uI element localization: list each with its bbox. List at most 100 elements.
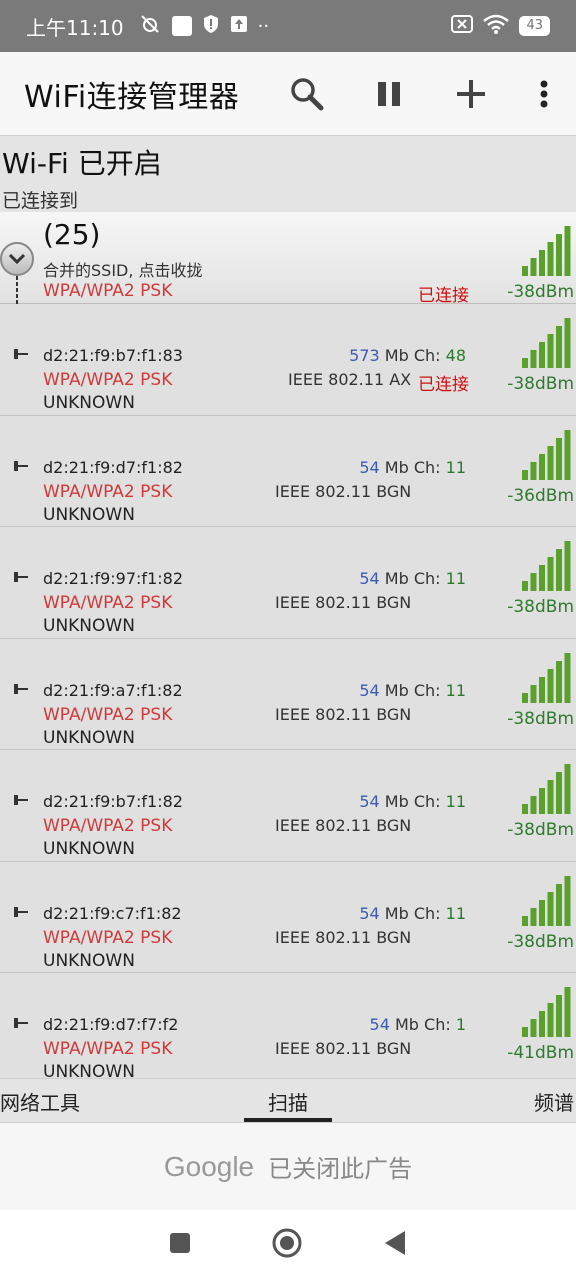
tree-line bbox=[16, 276, 18, 304]
signal-bar bbox=[522, 358, 528, 368]
overflow-menu-button[interactable] bbox=[512, 52, 576, 136]
ap-bssid: d2:21:f9:d7:f7:f2 bbox=[43, 1015, 179, 1034]
signal-bar bbox=[547, 1003, 554, 1037]
ad-closed-text: 已关闭此广告 bbox=[268, 1155, 413, 1183]
more-dots-icon: ·· bbox=[257, 15, 270, 37]
wifi-status-icon bbox=[483, 14, 510, 39]
bottom-tabs: 网络工具 扫描 频谱 bbox=[0, 1078, 576, 1122]
group-hint: 合并的SSID, 点击收拢 bbox=[43, 261, 203, 280]
ap-signal-strength: -38dBm bbox=[507, 820, 574, 840]
signal-bar bbox=[530, 907, 537, 926]
ssid-group[interactable]: (25) 合并的SSID, 点击收拢 WPA/WPA2 PSK 已连接 -38d… bbox=[0, 212, 576, 306]
search-button[interactable] bbox=[266, 52, 348, 136]
signal-bar bbox=[556, 772, 562, 814]
access-point-row[interactable]: d2:21:f9:c7:f1:82 WPA/WPA2 PSK UNKNOWN 54 M… bbox=[0, 861, 576, 973]
signal-bar bbox=[556, 326, 562, 368]
ap-security: WPA/WPA2 PSK bbox=[43, 481, 173, 502]
tab-network-tools[interactable]: 网络工具 bbox=[0, 1087, 80, 1116]
wifi-signal-icon bbox=[522, 764, 571, 814]
wifi-signal-icon bbox=[522, 987, 571, 1037]
back-button[interactable] bbox=[383, 1230, 407, 1260]
access-point-row[interactable]: d2:21:f9:d7:f1:82 WPA/WPA2 PSK UNKNOWN 54 M… bbox=[0, 415, 576, 527]
wifi-state-header: Wi-Fi 已开启 已连接到 bbox=[0, 136, 576, 212]
tree-branch bbox=[14, 795, 28, 805]
signal-bar bbox=[530, 258, 537, 276]
ad-banner[interactable]: Google 已关闭此广告 bbox=[0, 1122, 576, 1210]
signal-bar bbox=[564, 875, 571, 926]
ap-signal-strength: -38dBm bbox=[507, 374, 574, 394]
tree-branch bbox=[14, 460, 28, 471]
ap-rate: 54 bbox=[369, 1015, 390, 1034]
status-time: 上午11:10 bbox=[26, 15, 124, 40]
ap-rate: 54 bbox=[359, 457, 380, 477]
wifi-signal-icon bbox=[522, 875, 571, 926]
square-nav-icon bbox=[170, 1233, 190, 1253]
ap-rate-unit: Mb Ch: bbox=[384, 346, 441, 365]
ap-rate-channel: 573 Mb Ch: 48 bbox=[349, 346, 466, 365]
ap-rate: 54 bbox=[359, 569, 380, 588]
wifi-signal-icon bbox=[522, 429, 571, 480]
ap-vendor: UNKNOWN bbox=[43, 727, 135, 748]
ap-channel: 11 bbox=[445, 457, 466, 477]
group-security: WPA/WPA2 PSK bbox=[43, 281, 173, 301]
home-button[interactable] bbox=[271, 1227, 303, 1263]
ap-vendor: UNKNOWN bbox=[43, 950, 135, 971]
ap-security: WPA/WPA2 PSK bbox=[43, 593, 173, 613]
access-point-row[interactable]: d2:21:f9:97:f1:82 WPA/WPA2 PSK UNKNOWN 54 M… bbox=[0, 527, 576, 639]
battery-indicator: 43 bbox=[519, 16, 550, 36]
group-count: (25) bbox=[43, 218, 101, 251]
ap-bssid: d2:21:f9:d7:f1:82 bbox=[43, 457, 183, 477]
wifi-state-subtitle: 已连接到 bbox=[2, 190, 79, 212]
system-nav-bar bbox=[0, 1210, 576, 1280]
ap-signal-strength: -36dBm bbox=[507, 485, 574, 506]
ap-standard: IEEE 802.11 AX bbox=[288, 370, 412, 389]
wifi-signal-icon bbox=[522, 652, 571, 703]
tab-scan[interactable]: 扫描 bbox=[244, 1087, 332, 1116]
signal-bar bbox=[547, 780, 554, 814]
signal-bar bbox=[522, 1027, 528, 1037]
ap-vendor: UNKNOWN bbox=[43, 616, 135, 636]
signal-bar bbox=[547, 668, 554, 703]
access-point-row[interactable]: d2:21:f9:a7:f1:82 WPA/WPA2 PSK UNKNOWN 54 M… bbox=[0, 638, 576, 750]
home-nav-icon bbox=[272, 1228, 302, 1258]
ap-channel: 48 bbox=[445, 346, 466, 365]
access-point-row[interactable]: d2:21:f9:d7:f7:f2 WPA/WPA2 PSK UNKNOWN 54 M… bbox=[0, 973, 576, 1078]
ap-security: WPA/WPA2 PSK bbox=[43, 927, 173, 948]
wifi-signal-icon bbox=[522, 541, 571, 591]
ap-bssid: d2:21:f9:b7:f1:83 bbox=[43, 346, 183, 365]
ap-channel: 1 bbox=[455, 1015, 466, 1034]
recents-button[interactable] bbox=[169, 1232, 191, 1258]
signal-bar bbox=[522, 469, 528, 480]
signal-bar bbox=[539, 565, 545, 591]
ap-rate: 573 bbox=[349, 346, 380, 365]
ap-rate-unit: Mb Ch: bbox=[384, 792, 441, 811]
ap-security: WPA/WPA2 PSK bbox=[43, 1039, 173, 1059]
add-button[interactable] bbox=[430, 52, 512, 136]
ap-signal-strength: -41dBm bbox=[507, 1043, 574, 1063]
signal-bar bbox=[522, 804, 528, 814]
ap-vendor: UNKNOWN bbox=[43, 504, 135, 525]
ap-channel: 11 bbox=[445, 680, 466, 700]
signal-bar bbox=[547, 242, 554, 276]
signal-bar bbox=[547, 445, 554, 480]
access-point-list[interactable]: d2:21:f9:b7:f1:83 WPA/WPA2 PSK UNKNOWN 573 … bbox=[0, 304, 576, 1078]
tab-spectrum[interactable]: 频谱 bbox=[534, 1087, 574, 1116]
ap-connected-label: 已连接 bbox=[418, 375, 469, 395]
access-point-row[interactable]: d2:21:f9:b7:f1:83 WPA/WPA2 PSK UNKNOWN 573 … bbox=[0, 304, 576, 416]
search-icon bbox=[291, 77, 324, 110]
signal-bar bbox=[522, 266, 528, 276]
access-point-row[interactable]: d2:21:f9:b7:f1:82 WPA/WPA2 PSK UNKNOWN 54 M… bbox=[0, 750, 576, 862]
ap-signal-strength: -38dBm bbox=[507, 708, 574, 729]
ap-bssid: d2:21:f9:97:f1:82 bbox=[43, 569, 183, 588]
group-connected-label: 已连接 bbox=[418, 286, 469, 306]
collapse-group-button[interactable] bbox=[0, 242, 34, 276]
signal-bar bbox=[530, 461, 537, 480]
google-logo: Google bbox=[163, 1150, 255, 1182]
signal-bar bbox=[539, 788, 545, 814]
sim-off-icon bbox=[451, 14, 474, 38]
pause-icon bbox=[378, 81, 400, 106]
tree-branch bbox=[14, 906, 28, 917]
pause-button[interactable] bbox=[348, 52, 430, 136]
ap-rate-channel: 54 Mb Ch: 11 bbox=[359, 792, 466, 811]
ap-standard: IEEE 802.11 BGN bbox=[275, 927, 412, 947]
